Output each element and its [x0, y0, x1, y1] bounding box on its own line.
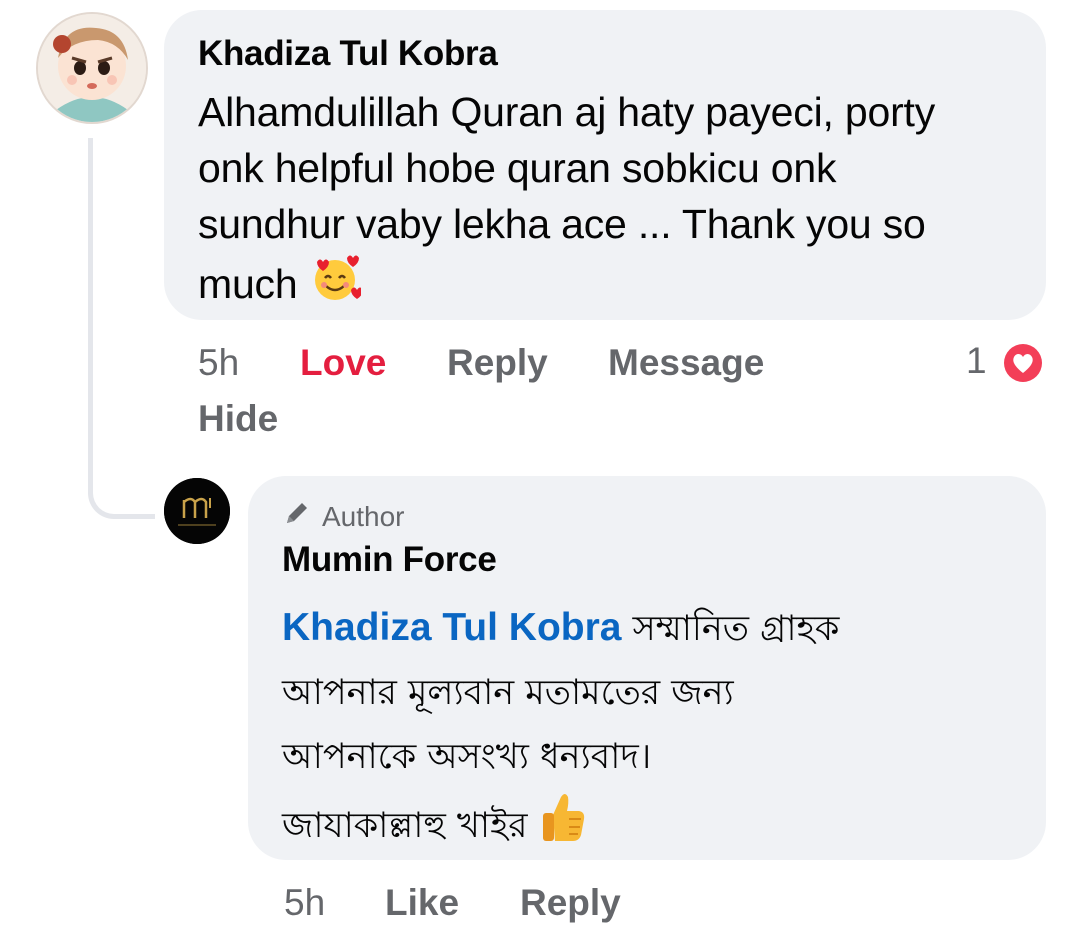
comment-text-line: onk helpful hobe quran sobkicu onk — [198, 145, 837, 191]
heart-reaction-icon[interactable] — [1000, 340, 1046, 386]
thumbs-up-icon — [539, 789, 587, 864]
mention-link[interactable]: Khadiza Tul Kobra — [282, 606, 621, 649]
love-button[interactable]: Love — [300, 342, 386, 384]
reply-button[interactable]: Reply — [447, 342, 548, 384]
comment-text-line: Alhamdulillah Quran aj haty payeci, port… — [198, 89, 936, 135]
reaction-count[interactable]: 1 — [966, 340, 987, 382]
author-badge: Author — [282, 498, 405, 535]
reply-timestamp[interactable]: 5h — [284, 882, 325, 924]
commenter-avatar[interactable] — [36, 12, 148, 124]
comment-text-line: much — [198, 261, 298, 307]
reply-text-line: জাযাকাল্লাহু খাইর — [282, 806, 528, 846]
comment-timestamp[interactable]: 5h — [198, 342, 239, 384]
reply-bubble: Author Mumin Force Khadiza Tul Kobra সম্… — [248, 476, 1046, 860]
reply-text-line: আপনার মূল্যবান মতামতের জন্য — [282, 673, 734, 713]
author-badge-label: Author — [322, 500, 405, 532]
reply-text: Khadiza Tul Kobra সম্মানিত গ্রাহক আপনার … — [282, 596, 1022, 864]
hide-button[interactable]: Hide — [198, 398, 278, 440]
message-button[interactable]: Message — [608, 342, 764, 384]
page-logo-avatar[interactable] — [164, 478, 230, 544]
cartoon-girl-avatar-icon — [38, 14, 146, 122]
thread-connector-line — [88, 138, 155, 519]
comment-bubble: Khadiza Tul Kobra Alhamdulillah Quran aj… — [164, 10, 1046, 320]
pencil-icon — [282, 498, 312, 535]
comment-author-name[interactable]: Khadiza Tul Kobra — [198, 34, 498, 74]
comment-text: Alhamdulillah Quran aj haty payeci, port… — [198, 84, 1018, 318]
reply-text-line: সম্মানিত গ্রাহক — [632, 609, 840, 649]
reply-author-name[interactable]: Mumin Force — [282, 540, 497, 580]
like-button[interactable]: Like — [385, 882, 459, 924]
mumin-force-logo-icon — [164, 478, 230, 544]
comment-text-line: sundhur vaby lekha ace ... Thank you so — [198, 201, 926, 247]
reply-text-line: আপনাকে অসংখ্য ধন্যবাদ। — [282, 737, 652, 777]
reply-button[interactable]: Reply — [520, 882, 621, 924]
smiling-face-with-hearts-icon — [309, 252, 363, 318]
